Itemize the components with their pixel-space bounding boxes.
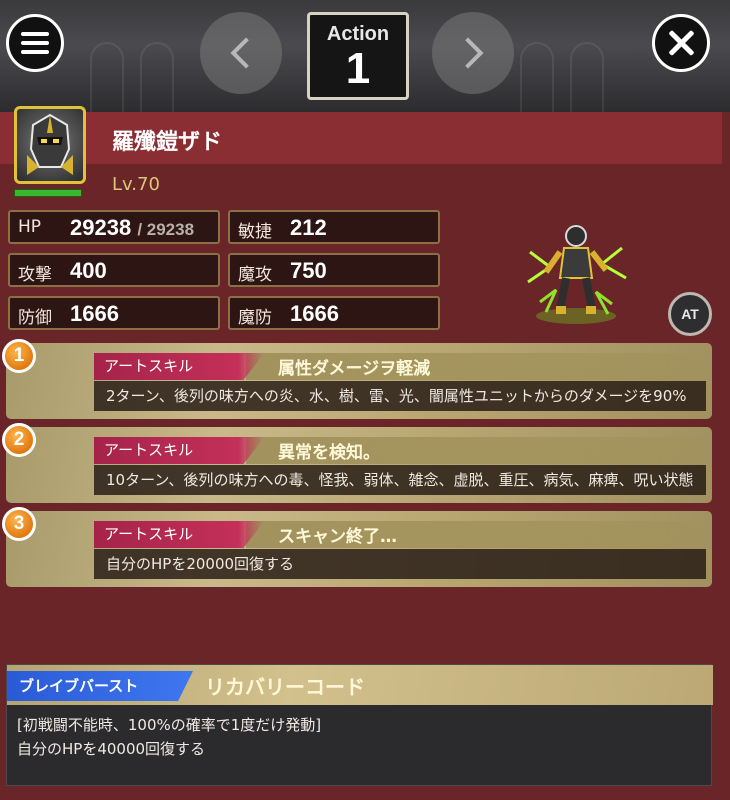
hp-current: 29238 (70, 215, 132, 240)
unit-name-bar (0, 112, 722, 164)
skill-title: 属性ダメージヲ軽減 (278, 359, 431, 379)
portrait-hp-bar (14, 189, 82, 197)
skill-number-badge: 1 (2, 339, 36, 373)
stat-value: 750 (290, 258, 327, 283)
action-counter: Action 1 (307, 12, 409, 100)
stat-label: 敏捷 (238, 222, 272, 242)
stat-value: 212 (290, 215, 327, 240)
skill-number-badge: 3 (2, 507, 36, 541)
brave-burst-title: リカバリーコード (205, 675, 365, 699)
brave-burst-description: [初戦闘不能時、100%の確率で1度だけ発動] 自分のHPを40000回復する (17, 713, 321, 761)
stat-value: 400 (70, 258, 107, 283)
menu-icon (21, 32, 49, 54)
stat-value: 1666 (70, 301, 119, 326)
banner-arch (570, 42, 604, 112)
close-button[interactable] (652, 14, 710, 72)
skill-description: 2ターン、後列の味方への炎、水、樹、雷、光、闇属性ユニットからのダメージを90% (94, 381, 706, 411)
stat-label: 攻撃 (18, 265, 52, 285)
knight-helmet-icon (27, 113, 73, 175)
stat-label: 防御 (18, 308, 52, 328)
stat-value: 1666 (290, 301, 339, 326)
skill-number-badge: 2 (2, 423, 36, 457)
stat-magic-attack: 魔攻 750 (228, 253, 440, 287)
close-icon (667, 29, 695, 57)
brave-burst-header: ブレイブバースト リカバリーコード (7, 665, 713, 705)
menu-button[interactable] (6, 14, 64, 72)
stat-label: HP (18, 217, 42, 237)
action-label: Action (326, 23, 390, 45)
hp-max: / 29238 (137, 220, 195, 239)
skill-title: 異常を検知。 (278, 443, 380, 463)
unit-level: Lv.70 (112, 174, 160, 195)
skill-card[interactable]: 1 アートスキル 属性ダメージヲ軽減 2ターン、後列の味方への炎、水、樹、雷、光… (2, 339, 712, 419)
unit-portrait[interactable] (14, 106, 86, 184)
stat-attack: 攻撃 400 (8, 253, 220, 287)
previous-action-button[interactable] (200, 12, 282, 94)
brave-burst-label: ブレイブバースト (7, 671, 193, 701)
at-badge[interactable]: AT (668, 292, 712, 336)
unit-sprite (527, 225, 627, 324)
stat-value: 29238 / 29238 (70, 215, 194, 241)
action-number: 1 (345, 44, 371, 93)
skill-type-label: アートスキル (94, 353, 264, 380)
stat-hp: HP 29238 / 29238 (8, 210, 220, 244)
brave-burst-panel[interactable]: ブレイブバースト リカバリーコード [初戦闘不能時、100%の確率で1度だけ発動… (6, 664, 713, 786)
skill-type-label: アートスキル (94, 437, 264, 464)
stat-label: 魔防 (238, 308, 272, 328)
banner-arch (90, 42, 124, 112)
brave-burst-line: 自分のHPを40000回復する (17, 740, 206, 758)
banner-arch (520, 42, 554, 112)
chevron-right-icon (452, 37, 484, 69)
next-action-button[interactable] (432, 12, 514, 94)
unit-name: 羅殲鎧ザド (112, 130, 223, 155)
skill-type-label: アートスキル (94, 521, 264, 548)
skill-description: 10ターン、後列の味方への毒、怪我、弱体、雑念、虚脱、重圧、病気、麻痺、呪い状態 (94, 465, 706, 495)
stat-agility: 敏捷 212 (228, 210, 440, 244)
stat-magic-defense: 魔防 1666 (228, 296, 440, 330)
skill-card[interactable]: 3 アートスキル スキャン終了… 自分のHPを20000回復する (2, 507, 712, 587)
stat-defense: 防御 1666 (8, 296, 220, 330)
banner-arch (140, 42, 174, 112)
brave-burst-line: [初戦闘不能時、100%の確率で1度だけ発動] (17, 716, 322, 734)
chevron-left-icon (230, 37, 262, 69)
skill-card[interactable]: 2 アートスキル 異常を検知。 10ターン、後列の味方への毒、怪我、弱体、雑念、… (2, 423, 712, 503)
stat-label: 魔攻 (238, 265, 272, 285)
skill-title: スキャン終了… (278, 527, 397, 547)
skill-description: 自分のHPを20000回復する (94, 549, 706, 579)
